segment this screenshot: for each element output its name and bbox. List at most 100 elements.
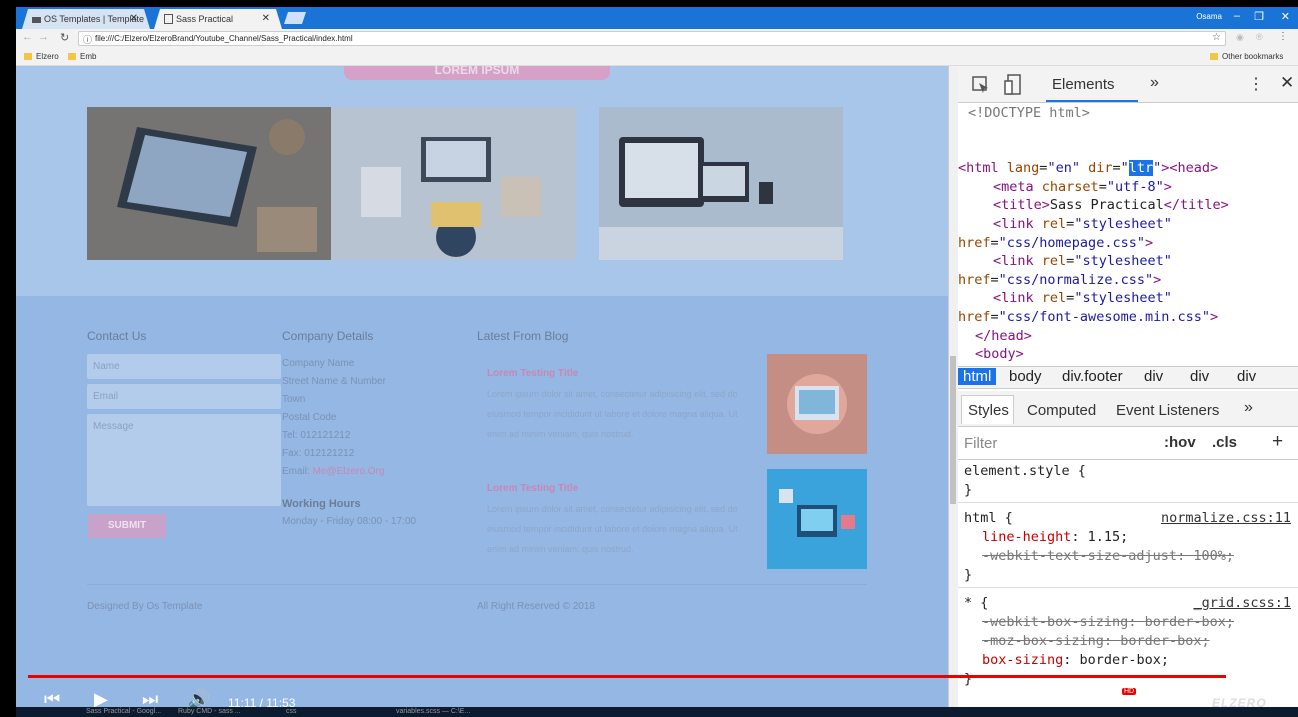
link-node[interactable]: <link rel="stylesheet": [958, 215, 1298, 234]
meta-node[interactable]: <meta charset="utf-8">: [958, 178, 1298, 197]
video-progress-played: [28, 675, 1226, 678]
rule-source-link[interactable]: normalize.css:11: [1161, 509, 1291, 528]
rule-source-link[interactable]: _grid.scss:1: [1193, 594, 1291, 613]
styles-pane-tabs: Styles Computed Event Listeners »: [958, 391, 1298, 427]
close-window-button[interactable]: ✕: [1281, 10, 1290, 23]
web-page: LOREM IPSUM Contact Us Name Email Messag…: [16, 66, 948, 717]
taskbar-item[interactable]: Sass Practical - Googl...: [86, 708, 161, 715]
breadcrumb-div[interactable]: div: [1144, 368, 1163, 385]
declaration-overridden[interactable]: -webkit-box-sizing: border-box;: [964, 613, 1293, 632]
property-value[interactable]: border-box;: [1080, 652, 1169, 668]
breadcrumb-div[interactable]: div: [1237, 368, 1256, 385]
link-node-href[interactable]: href="css/homepage.css">: [958, 234, 1298, 253]
fullscreen-icon[interactable]: ⛶: [1266, 688, 1279, 709]
devtools-menu-icon[interactable]: ⋮: [1248, 74, 1264, 94]
dom-breadcrumbs: html body div.footer div div div: [958, 366, 1298, 389]
rule-html[interactable]: html {normalize.css:11 line-height: 1.15…: [958, 503, 1298, 588]
tab-os-templates[interactable]: OS Templates | Template ✕: [22, 9, 150, 29]
more-tabs-button[interactable]: »: [1150, 74, 1159, 92]
breadcrumb-body[interactable]: body: [1009, 368, 1042, 385]
video-progress-bar[interactable]: [28, 675, 1298, 678]
forward-icon[interactable]: →: [38, 31, 49, 43]
extension-icon[interactable]: ◉: [1236, 32, 1244, 43]
reload-icon[interactable]: ↻: [60, 31, 69, 44]
tab-computed[interactable]: Computed: [1027, 402, 1096, 419]
browser-toolbar: ← → ↻ ⓘ file:///C:/Elzero/ElzeroBrand/Yo…: [16, 29, 1298, 48]
bookmark-elzero[interactable]: Elzero: [24, 52, 59, 61]
tab-sass-practical[interactable]: Sass Practical ✕: [154, 9, 282, 29]
taskbar-item[interactable]: Ruby CMD - sass ...: [178, 708, 241, 715]
property-value[interactable]: border-box;: [1120, 633, 1209, 649]
breadcrumb-html[interactable]: html: [958, 368, 997, 385]
message-textarea[interactable]: Message: [87, 414, 281, 506]
link-node-href[interactable]: href="css/font-awesome.min.css">: [958, 308, 1298, 327]
extension-icon[interactable]: ®: [1256, 32, 1263, 42]
rule-element-style[interactable]: element.style { }: [958, 460, 1298, 503]
scrollbar-thumb[interactable]: [950, 356, 956, 504]
hover-state-toggle[interactable]: :hov: [1164, 434, 1196, 451]
bookmark-emb[interactable]: Emb: [68, 52, 96, 61]
bookmark-label: Emb: [80, 52, 97, 61]
close-devtools-icon[interactable]: ✕: [1280, 73, 1294, 93]
title-node[interactable]: <title>Sass Practical</title>: [958, 196, 1298, 215]
property-value[interactable]: border-box;: [1145, 614, 1234, 630]
body-node[interactable]: <body>: [958, 345, 1298, 364]
portfolio-image-devices: [599, 107, 843, 260]
page-scrollbar[interactable]: [949, 66, 958, 717]
taskbar-item[interactable]: css: [286, 708, 297, 715]
blog-post-title[interactable]: Lorem Testing Title: [487, 483, 578, 494]
head-close-node[interactable]: </head>: [958, 327, 1298, 346]
back-icon[interactable]: ←: [22, 31, 33, 43]
info-icon[interactable]: ⓘ: [83, 33, 92, 46]
other-bookmarks[interactable]: Other bookmarks: [1210, 52, 1283, 61]
menu-icon[interactable]: ⋮: [1278, 31, 1288, 42]
email-link[interactable]: Me@Elzero.Org: [313, 466, 385, 477]
inspect-element-icon[interactable]: [972, 76, 990, 94]
declaration-overridden[interactable]: -webkit-text-size-adjust: 100%;: [964, 547, 1293, 566]
new-style-rule-button[interactable]: +: [1272, 431, 1283, 453]
filter-input[interactable]: Filter: [964, 435, 997, 452]
maximize-button[interactable]: ❐: [1254, 10, 1264, 23]
taskbar-item[interactable]: variables.scss — C:\E...: [396, 708, 470, 715]
styles-filter-bar: Filter :hov .cls +: [958, 427, 1298, 460]
close-tab-icon[interactable]: ✕: [262, 13, 270, 24]
minimize-button[interactable]: –: [1234, 10, 1240, 22]
dom-tree[interactable]: <!DOCTYPE html> <html lang="en" dir="ltr…: [958, 104, 1298, 366]
style-rules: element.style { } html {normalize.css:11…: [958, 460, 1298, 717]
property-value[interactable]: 1.15;: [1088, 529, 1129, 545]
property-value[interactable]: 100%;: [1193, 548, 1234, 564]
company-line: Town: [282, 394, 306, 405]
blog-post-title[interactable]: Lorem Testing Title: [487, 368, 578, 379]
email-input[interactable]: Email: [87, 384, 281, 409]
designed-by: Designed By Os Template: [87, 601, 203, 612]
link-node-href[interactable]: href="css/normalize.css">: [958, 271, 1298, 290]
tab-event-listeners[interactable]: Event Listeners: [1116, 402, 1219, 419]
doctype-node[interactable]: <!DOCTYPE html>: [958, 104, 1298, 123]
tab-elements[interactable]: Elements: [1052, 76, 1115, 93]
declaration-overridden[interactable]: -moz-box-sizing: border-box;: [964, 632, 1293, 651]
class-toggle[interactable]: .cls: [1212, 434, 1237, 451]
site-favicon-icon: [32, 17, 41, 23]
rule-selector: html {normalize.css:11: [964, 509, 1293, 528]
profile-name[interactable]: Osama: [1196, 12, 1222, 21]
html-node[interactable]: <html lang="en" dir="ltr"><head>: [958, 159, 1298, 178]
new-tab-button[interactable]: [284, 12, 306, 24]
company-email-line: Email: Me@Elzero.Org: [282, 463, 386, 481]
property-name: -webkit-box-sizing: [982, 614, 1129, 630]
bookmark-star-icon[interactable]: ☆: [1212, 32, 1221, 43]
breadcrumb-div[interactable]: div: [1190, 368, 1209, 385]
breadcrumb-div-footer[interactable]: div.footer: [1062, 368, 1123, 385]
property-name: -webkit-text-size-adjust: [982, 548, 1178, 564]
submit-button[interactable]: SUBMIT: [88, 514, 166, 538]
device-toolbar-icon[interactable]: [1004, 74, 1022, 96]
declaration[interactable]: line-height: 1.15;: [964, 528, 1293, 547]
name-input[interactable]: Name: [87, 354, 281, 379]
tab-styles[interactable]: Styles: [961, 395, 1014, 424]
link-node[interactable]: <link rel="stylesheet": [958, 252, 1298, 271]
close-tab-icon[interactable]: ✕: [130, 13, 138, 24]
hero-button[interactable]: LOREM IPSUM: [344, 66, 610, 80]
link-node[interactable]: <link rel="stylesheet": [958, 289, 1298, 308]
more-pane-tabs[interactable]: »: [1244, 399, 1253, 417]
declaration[interactable]: box-sizing: border-box;: [964, 651, 1293, 670]
address-bar[interactable]: ⓘ file:///C:/Elzero/ElzeroBrand/Youtube_…: [78, 31, 1226, 46]
